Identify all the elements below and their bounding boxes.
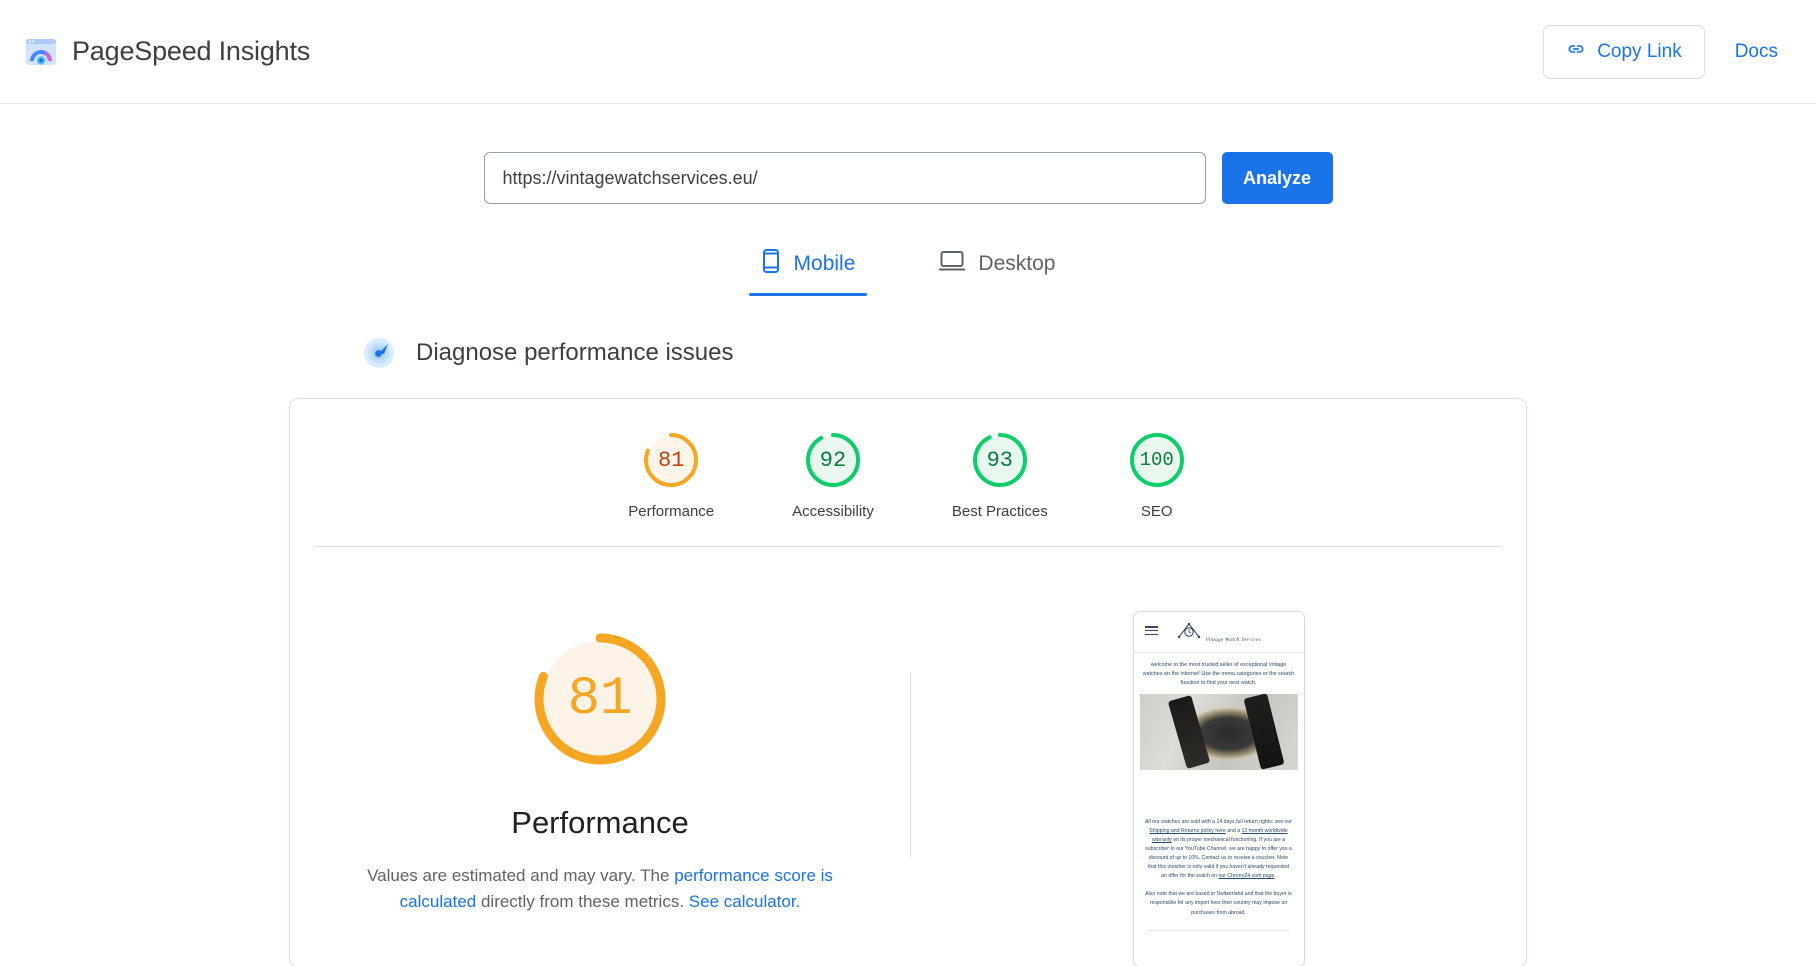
see-calculator-link[interactable]: See calculator. bbox=[689, 892, 801, 911]
shipping-returns-link[interactable]: Shipping and Returns policy here bbox=[1149, 828, 1225, 834]
performance-title: Performance bbox=[511, 805, 689, 840]
category-score-gauges: 81 Performance 92 Accessibility 93 Best … bbox=[290, 399, 1526, 546]
copy-link-label: Copy Link bbox=[1597, 40, 1682, 62]
gauge-caption-best-practices: Best Practices bbox=[951, 503, 1048, 520]
radar-target-icon bbox=[362, 336, 396, 370]
header-actions: Copy Link Docs bbox=[1543, 24, 1778, 79]
mobile-phone-icon bbox=[761, 248, 781, 280]
gauge-caption-seo: SEO bbox=[1140, 503, 1173, 520]
performance-description: Values are estimated and may vary. The p… bbox=[350, 863, 850, 916]
score-gauge-accessibility[interactable]: 92 Accessibility bbox=[792, 429, 874, 520]
tab-desktop-label: Desktop bbox=[978, 252, 1056, 275]
gauge-ring-seo: 100 bbox=[1126, 429, 1188, 491]
brand: PageSpeed Insights bbox=[24, 35, 310, 69]
gauge-value-accessibility: 92 bbox=[819, 447, 847, 473]
score-gauge-seo[interactable]: 100 SEO bbox=[1126, 429, 1188, 520]
app-header: PageSpeed Insights Copy Link Docs bbox=[0, 0, 1816, 104]
thumbnail-site-logo: Vintage Watch Services bbox=[1176, 621, 1261, 646]
thumbnail-welcome-text: welcome to the most trusted seller of ex… bbox=[1142, 662, 1295, 686]
thumbnail-site-header: Vintage Watch Services bbox=[1133, 612, 1304, 653]
gauge-caption-performance: Performance bbox=[628, 503, 715, 520]
vintage-wristwatch-photo bbox=[1139, 693, 1298, 770]
tab-mobile[interactable]: Mobile bbox=[748, 242, 868, 296]
desktop-monitor-icon bbox=[938, 250, 966, 278]
thumbnail-body-text: All our watches are sold with a 14 days … bbox=[1134, 810, 1304, 924]
perf-desc-text-2: directly from these metrics. bbox=[476, 892, 689, 912]
gauge-value-performance: 81 bbox=[658, 447, 685, 473]
url-input[interactable] bbox=[483, 152, 1206, 204]
gauge-ring-best-practices: 93 bbox=[969, 429, 1031, 491]
gauge-ring-performance: 81 bbox=[640, 429, 702, 491]
thumb-p1-a: All our watches are sold with a 14 days … bbox=[1144, 818, 1293, 825]
screenshot-panel: Vintage Watch Services welcome to the mo… bbox=[911, 607, 1526, 966]
performance-section: 81 Performance Values are estimated and … bbox=[290, 547, 1526, 966]
perf-desc-text-1: Values are estimated and may vary. The bbox=[367, 866, 675, 885]
score-gauge-performance[interactable]: 81 Performance bbox=[628, 429, 714, 520]
docs-link[interactable]: Docs bbox=[1735, 41, 1778, 63]
chrono24-link[interactable]: our Chrono24.com page bbox=[1218, 873, 1274, 879]
thumbnail-spacer bbox=[1133, 769, 1304, 810]
page-screenshot-thumbnail: Vintage Watch Services welcome to the mo… bbox=[1132, 611, 1305, 966]
thumbnail-footer-rule bbox=[1147, 929, 1290, 934]
hamburger-menu-icon bbox=[1144, 626, 1158, 635]
pagespeed-logo-icon bbox=[24, 35, 58, 69]
tab-mobile-label: Mobile bbox=[793, 252, 856, 275]
thumbnail-logo-mark bbox=[1176, 622, 1206, 645]
link-icon bbox=[1566, 39, 1586, 65]
results-card: 81 Performance 92 Accessibility 93 Best … bbox=[289, 398, 1527, 966]
gauge-ring-accessibility: 92 bbox=[802, 429, 864, 491]
diagnose-label: Diagnose performance issues bbox=[416, 339, 734, 366]
diagnose-section-header: Diagnose performance issues bbox=[362, 336, 1816, 370]
gauge-value-best-practices: 93 bbox=[986, 447, 1013, 473]
performance-big-gauge: 81 bbox=[526, 625, 674, 773]
performance-summary: 81 Performance Values are estimated and … bbox=[290, 607, 910, 966]
thumb-p1-d: . bbox=[1274, 873, 1276, 880]
tab-desktop[interactable]: Desktop bbox=[927, 242, 1067, 296]
app-title: PageSpeed Insights bbox=[72, 36, 311, 66]
thumb-p1-b: and a bbox=[1225, 827, 1242, 834]
performance-big-value: 81 bbox=[567, 668, 633, 730]
thumbnail-paragraph-1: All our watches are sold with a 14 days … bbox=[1145, 818, 1293, 882]
score-gauge-best-practices[interactable]: 93 Best Practices bbox=[952, 429, 1048, 520]
url-analyze-row: Analyze bbox=[0, 152, 1816, 204]
thumbnail-paragraph-2: Also note that we are based in Switzerla… bbox=[1145, 891, 1292, 916]
form-factor-tabs: Mobile Desktop bbox=[0, 242, 1816, 296]
gauge-value-seo: 100 bbox=[1139, 449, 1174, 471]
gauge-caption-accessibility: Accessibility bbox=[792, 503, 874, 520]
thumbnail-logo-text: Vintage Watch Services bbox=[1205, 638, 1262, 643]
analyze-button[interactable]: Analyze bbox=[1221, 152, 1333, 204]
copy-link-button[interactable]: Copy Link bbox=[1543, 24, 1705, 79]
